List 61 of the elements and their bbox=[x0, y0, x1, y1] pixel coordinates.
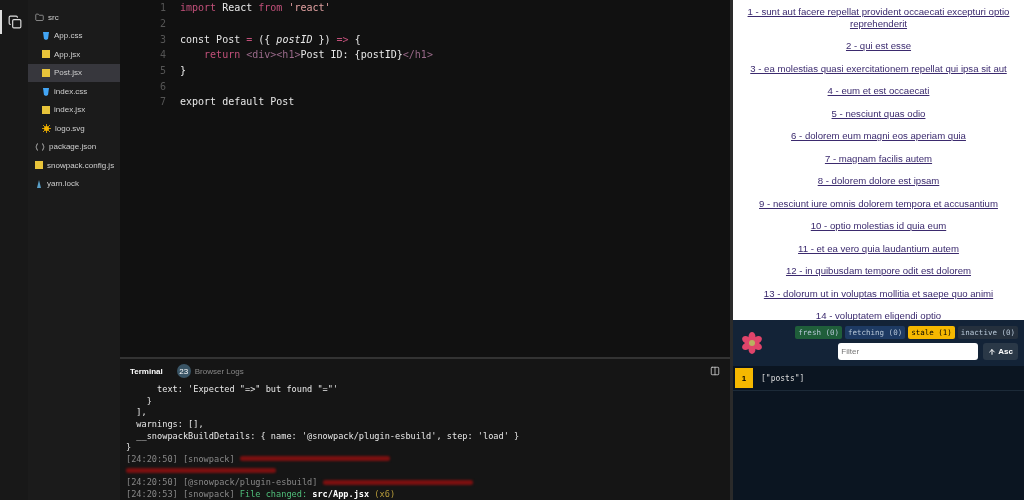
line-number: 4 bbox=[158, 49, 167, 61]
code-line: } bbox=[180, 65, 187, 77]
terminal-text: warnings: [], bbox=[135, 418, 204, 429]
panel-tab[interactable]: Terminal bbox=[130, 366, 163, 376]
terminal-text: __snowpackBuildDetails: { name: '@snowpack/plugin-esbuild', step: 'load' } bbox=[135, 430, 520, 441]
post-link[interactable]: 6 - dolorem eum magni eos aperiam quia bbox=[791, 130, 966, 142]
css-file-icon bbox=[42, 86, 50, 96]
terminal-text: [24:20:53] [snowpack] File changed: src/App.jsx (x6) bbox=[126, 489, 396, 500]
post-link[interactable]: 1 - sunt aut facere repellat provident occaecati excepturi optio reprehenderit bbox=[743, 6, 1014, 29]
post-link[interactable]: 4 - eum et est occaecati bbox=[827, 85, 930, 97]
line-number: 7 bbox=[158, 96, 167, 108]
file-item[interactable]: package.json bbox=[28, 137, 120, 156]
js-file-icon bbox=[35, 161, 43, 170]
post-link[interactable]: 5 - nesciunt quas odio bbox=[831, 107, 926, 119]
filter-field[interactable]: Filter bbox=[838, 343, 979, 360]
post-link[interactable]: 9 - nesciunt iure omnis dolorem tempora et accusantium bbox=[759, 197, 998, 209]
terminal-text: [24:20:50] [snowpack] bbox=[126, 453, 236, 464]
post-link[interactable]: 11 - et ea vero quia laudantium autem bbox=[798, 242, 959, 254]
terminal-text: [24:20:50] [@snowpack/plugin-esbuild] bbox=[126, 477, 319, 488]
folder-icon bbox=[35, 12, 44, 22]
post-link[interactable]: 7 - magnam facilis autem bbox=[824, 152, 933, 164]
query-key[interactable]: ["posts"] bbox=[761, 373, 805, 383]
post-link[interactable]: 3 - ea molestias quasi exercitationem repellat qui ipsa sit aut bbox=[750, 62, 1007, 74]
file-item[interactable]: yarn.lock bbox=[28, 174, 120, 193]
code-line: return <div><h1>Post ID: {postID}</h1> bbox=[203, 49, 433, 61]
yarn-icon bbox=[35, 179, 43, 189]
file-item[interactable]: logo.svg bbox=[28, 119, 120, 138]
code-line: export default Post bbox=[180, 96, 295, 108]
file-item[interactable]: App.jsx bbox=[28, 45, 120, 64]
code-line: import React from 'react' bbox=[180, 2, 331, 14]
flower-logo-icon bbox=[741, 332, 763, 354]
code-line: const Post = ({ postID }) => { bbox=[180, 33, 361, 45]
folder-row[interactable]: src bbox=[28, 8, 120, 27]
terminal-text: } bbox=[126, 442, 132, 453]
line-number: 1 bbox=[158, 2, 167, 14]
line-number: 5 bbox=[158, 65, 167, 77]
terminal-text: } bbox=[145, 395, 152, 406]
split-icon[interactable] bbox=[710, 366, 720, 376]
panel-tab[interactable]: 23 Browser Logs bbox=[176, 364, 244, 378]
file-item[interactable]: snowpack.config.js bbox=[28, 156, 120, 175]
arrow-up-icon bbox=[988, 347, 997, 356]
post-link[interactable]: 13 - dolorum ut in voluptas mollitia et saepe quo animi bbox=[763, 287, 994, 299]
file-item[interactable]: Post.jsx bbox=[28, 63, 120, 82]
file-item[interactable]: index.css bbox=[28, 82, 120, 101]
post-link[interactable]: 8 - dolorem dolore est ipsam bbox=[817, 175, 940, 187]
line-number: 3 bbox=[158, 33, 167, 45]
terminal-text: text: 'Expected "=>" but found "="' bbox=[156, 383, 339, 394]
js-file-icon bbox=[42, 105, 50, 114]
post-link[interactable]: 10 - optio molestias id quia eum bbox=[810, 220, 947, 232]
query-count: 1 bbox=[735, 368, 753, 388]
post-link[interactable]: 2 - qui est esse bbox=[845, 40, 912, 52]
terminal-text: ], bbox=[135, 407, 147, 418]
file-item[interactable]: App.css bbox=[28, 26, 120, 45]
sun-icon bbox=[42, 123, 51, 133]
file-item[interactable]: index.jsx bbox=[28, 100, 120, 119]
sort-button[interactable]: Asc bbox=[983, 343, 1018, 360]
css-file-icon bbox=[42, 31, 50, 41]
braces-icon bbox=[35, 142, 45, 151]
line-number: 6 bbox=[158, 80, 167, 92]
line-number: 2 bbox=[158, 18, 167, 30]
post-link[interactable]: 12 - in quibusdam tempore odit est dolorem bbox=[785, 265, 971, 277]
